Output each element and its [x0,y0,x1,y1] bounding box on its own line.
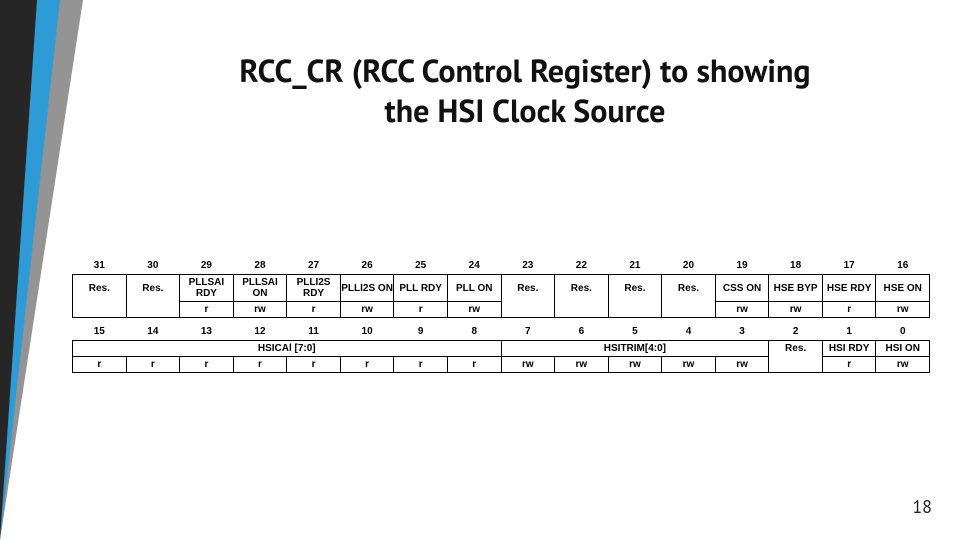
bit-name: Res. [555,275,609,302]
bit-rw: r [73,357,127,373]
bit-name: PLLI2S ON [340,275,394,302]
bit-rw: r [126,357,180,373]
bit-num: 15 [73,324,127,341]
bit-rw: r [180,357,234,373]
bit-num: 2 [769,324,823,341]
bit-name: Res. [73,275,127,302]
bit-num: 0 [876,324,930,341]
bit-name: PLLSAI RDY [180,275,234,302]
bit-num: 5 [608,324,662,341]
bg-triangle-black [0,0,37,540]
bit-name-hsion: HSI ON [876,341,930,357]
bit-rw: r [180,302,234,318]
register-diagram: 31 30 29 28 27 26 25 24 23 22 21 20 19 1… [72,258,930,373]
bit-rw [769,357,823,373]
bit-num: 9 [394,324,448,341]
bit-rw: r [233,357,287,373]
bit-num: 22 [555,258,609,275]
bit-num: 24 [447,258,501,275]
bit-rw: rw [876,357,930,373]
bitrw-upper: r rw r rw r rw rw rw r rw [73,302,930,318]
bit-rw: rw [501,357,555,373]
bit-num: 4 [662,324,716,341]
bit-name: HSE BYP [769,275,823,302]
bit-num: 26 [340,258,394,275]
bit-name: CSS ON [715,275,769,302]
bit-rw [662,302,716,318]
bit-rw: rw [555,357,609,373]
bit-num: 3 [715,324,769,341]
bit-name: Res. [662,275,716,302]
register-table-upper: 31 30 29 28 27 26 25 24 23 22 21 20 19 1… [72,258,930,318]
bit-num: 20 [662,258,716,275]
slide-title: RCC_CR (RCC Control Register) to showing… [130,50,920,130]
bit-rw: rw [715,357,769,373]
bitnums-upper: 31 30 29 28 27 26 25 24 23 22 21 20 19 1… [73,258,930,275]
bit-name: Res. [608,275,662,302]
bit-rw: r [340,357,394,373]
bit-num: 11 [287,324,341,341]
bitnames-upper: Res. Res. PLLSAI RDY PLLSAI ON PLLI2S RD… [73,275,930,302]
bit-rw: r [287,302,341,318]
bit-rw: r [447,357,501,373]
bit-rw: rw [608,357,662,373]
bit-name: Res. [126,275,180,302]
bit-rw: rw [769,302,823,318]
bit-rw [501,302,555,318]
bit-rw [73,302,127,318]
bit-rw: r [822,302,876,318]
bit-num: 30 [126,258,180,275]
bit-rw: rw [876,302,930,318]
bit-num: 1 [822,324,876,341]
bit-rw: r [394,302,448,318]
bit-rw: rw [233,302,287,318]
bit-rw: rw [447,302,501,318]
bitnums-lower: 15 14 13 12 11 10 9 8 7 6 5 4 3 2 1 0 [73,324,930,341]
bitnames-lower: HSICAl [7:0] HSITRIM[4:0] Res. HSI RDY H… [73,341,930,357]
bit-num: 18 [769,258,823,275]
bit-rw: rw [662,357,716,373]
bit-name: HSE RDY [822,275,876,302]
title-line-2: the HSI Clock Source [385,89,666,131]
bit-group-hsitrim: HSITRIM[4:0] [501,341,769,357]
bit-name: HSE ON [876,275,930,302]
bit-num: 14 [126,324,180,341]
bit-name: Res. [501,275,555,302]
bit-num: 10 [340,324,394,341]
title-line-1: RCC_CR (RCC Control Register) to showing [239,49,810,91]
bit-rw [126,302,180,318]
bit-num: 12 [233,324,287,341]
bit-name: PLLI2S RDY [287,275,341,302]
bit-num: 16 [876,258,930,275]
bit-num: 29 [180,258,234,275]
bit-rw: r [822,357,876,373]
bit-rw: r [394,357,448,373]
bit-name: PLLSAI ON [233,275,287,302]
bit-num: 6 [555,324,609,341]
bit-rw [608,302,662,318]
bit-num: 31 [73,258,127,275]
bit-rw [555,302,609,318]
bit-num: 8 [447,324,501,341]
bit-num: 17 [822,258,876,275]
bit-name: PLL ON [447,275,501,302]
bit-name-hsirdy: HSI RDY [822,341,876,357]
bit-name-res: Res. [769,341,823,357]
bit-num: 28 [233,258,287,275]
bit-rw: rw [340,302,394,318]
bit-num: 13 [180,324,234,341]
page-number: 18 [912,495,932,518]
register-table-lower: 15 14 13 12 11 10 9 8 7 6 5 4 3 2 1 0 HS… [72,324,930,373]
bit-rw: rw [715,302,769,318]
bit-name: PLL RDY [394,275,448,302]
bit-num: 25 [394,258,448,275]
bit-num: 19 [715,258,769,275]
bit-num: 7 [501,324,555,341]
bit-num: 21 [608,258,662,275]
bit-num: 27 [287,258,341,275]
bit-group-hsical: HSICAl [7:0] [73,341,502,357]
bit-num: 23 [501,258,555,275]
bit-rw: r [287,357,341,373]
bitrw-lower: r r r r r r r r rw rw rw rw rw r rw [73,357,930,373]
